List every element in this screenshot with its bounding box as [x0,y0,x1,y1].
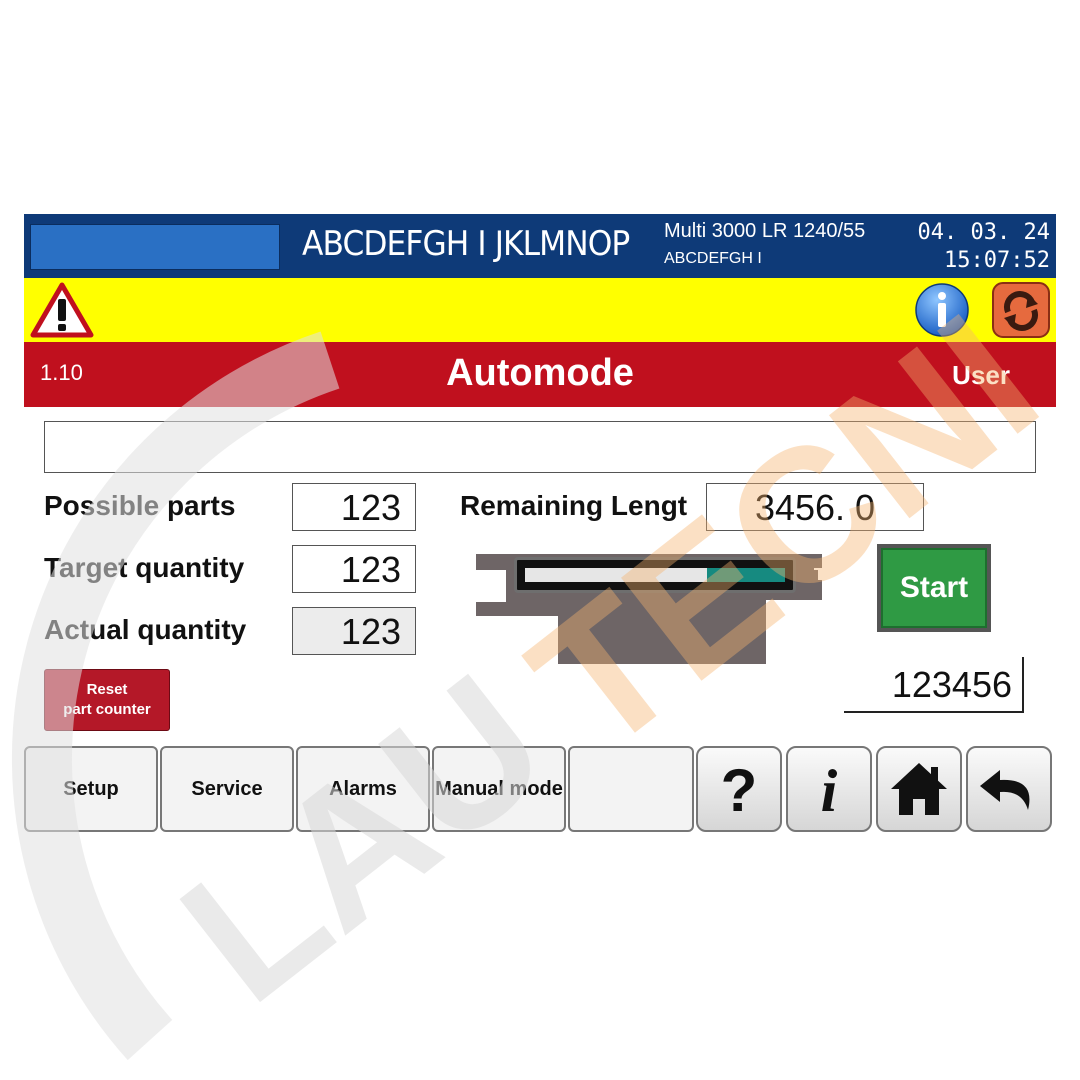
alarms-button[interactable]: Alarms [296,746,430,832]
setup-button[interactable]: Setup [24,746,158,832]
actual-quantity-value: 123 [292,607,416,655]
reset-part-counter-button[interactable]: Reset part counter [44,669,170,731]
progress-track [525,568,785,582]
help-icon: ? [721,757,758,821]
possible-parts-value: 123 [292,483,416,531]
home-icon [891,763,947,815]
info-nav-icon: i [821,758,838,821]
empty-nav-button[interactable] [568,746,694,832]
refresh-icon[interactable] [992,282,1050,338]
counter-value: 123456 [844,657,1024,713]
progress-fill [707,568,785,582]
date-display: 04. 03. 24 [917,220,1050,245]
service-button[interactable]: Service [160,746,294,832]
target-quantity-input[interactable]: 123 [292,545,416,593]
back-button[interactable] [966,746,1052,832]
svg-text:?: ? [721,757,758,821]
actual-quantity-label: Actual quantity [44,614,247,645]
warning-icon[interactable] [30,282,94,338]
hmi-screen: ABCDEFGH I JKLMNOP Multi 3000 LR 1240/55… [24,214,1056,834]
message-field [44,421,1036,473]
title-bar: 1.10 Automode User [24,342,1056,407]
target-quantity-label: Target quantity [44,552,245,583]
machine-subtitle: ABCDEFGH I [664,250,762,267]
remaining-length-label: Remaining Lengt [460,490,688,521]
info-nav-button[interactable]: i [786,746,872,832]
remaining-length-bar [514,557,796,593]
header-blue-field [30,224,280,270]
info-icon[interactable] [914,282,970,338]
remaining-length-value: 3456. 0 [706,483,924,531]
page-title: Automode [446,352,634,394]
back-icon [980,770,1030,810]
reset-button-line1: Reset [86,681,128,698]
help-button[interactable]: ? [696,746,782,832]
header-bar: ABCDEFGH I JKLMNOP Multi 3000 LR 1240/55… [24,214,1056,278]
time-display: 15:07:52 [944,248,1050,273]
home-button[interactable] [876,746,962,832]
manual-mode-button[interactable]: Manual mode [432,746,566,832]
alarm-bar [24,278,1056,342]
plant-name: ABCDEFGH I JKLMNOP [302,224,630,264]
user-level[interactable]: User [952,360,1010,391]
start-button[interactable]: Start [877,544,991,632]
machine-name: Multi 3000 LR 1240/55 [664,220,866,242]
svg-text:i: i [821,758,838,821]
reset-button-line2: part counter [63,701,151,718]
possible-parts-label: Possible parts [44,490,236,521]
